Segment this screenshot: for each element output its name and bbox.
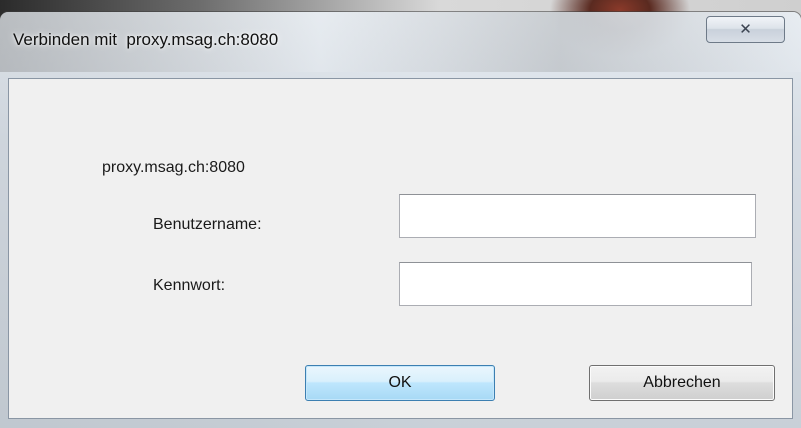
username-field[interactable]: [399, 194, 756, 238]
ok-button[interactable]: OK: [305, 365, 495, 401]
password-label: Kennwort:: [153, 277, 226, 294]
password-field[interactable]: [399, 262, 752, 306]
close-button[interactable]: ✕: [706, 16, 785, 43]
cancel-button[interactable]: Abbrechen: [589, 365, 775, 401]
username-label: Benutzername:: [153, 216, 262, 233]
host-label: proxy.msag.ch:8080: [102, 159, 245, 176]
dialog-title: Verbinden mit proxy.msag.ch:8080: [13, 30, 279, 49]
close-icon: ✕: [739, 20, 752, 38]
dialog-client-area: proxy.msag.ch:8080 Benutzername: Kennwor…: [8, 78, 793, 419]
credentials-dialog: Verbinden mit proxy.msag.ch:8080 ✕ proxy…: [0, 12, 801, 428]
